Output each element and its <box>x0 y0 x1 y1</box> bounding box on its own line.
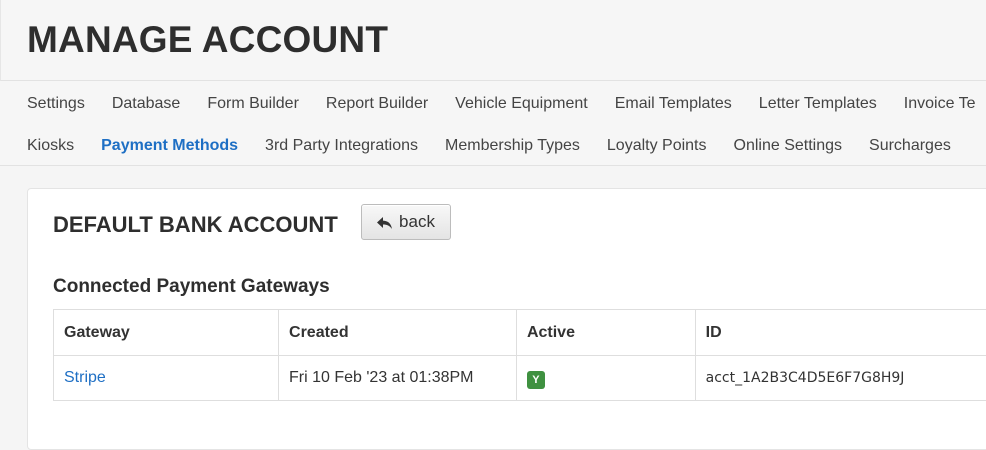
nav-item-form-builder[interactable]: Form Builder <box>207 95 299 113</box>
nav-item-letter-templates[interactable]: Letter Templates <box>759 95 877 113</box>
nav-item-database[interactable]: Database <box>112 95 181 113</box>
nav-item-vehicle-equipment[interactable]: Vehicle Equipment <box>455 95 588 113</box>
active-cell: Y <box>516 356 695 401</box>
page-header: MANAGE ACCOUNT <box>0 0 986 81</box>
gateway-link[interactable]: Stripe <box>64 369 106 386</box>
bank-account-panel: DEFAULT BANK ACCOUNT back Connected Paym… <box>27 188 986 450</box>
nav-item-kiosks[interactable]: Kiosks <box>27 137 74 155</box>
table-row: Stripe Fri 10 Feb '23 at 01:38PM Y acct_… <box>54 356 986 401</box>
settings-nav: Settings Database Form Builder Report Bu… <box>0 81 986 166</box>
panel-heading: DEFAULT BANK ACCOUNT <box>53 212 338 238</box>
nav-item-email-templates[interactable]: Email Templates <box>615 95 732 113</box>
nav-item-report-builder[interactable]: Report Builder <box>326 95 428 113</box>
nav-item-invoice-templates[interactable]: Invoice Te <box>904 95 976 113</box>
nav-item-loyalty-points[interactable]: Loyalty Points <box>607 137 707 155</box>
column-header-created: Created <box>279 310 517 356</box>
column-header-active: Active <box>516 310 695 356</box>
gateway-cell: Stripe <box>54 356 279 401</box>
column-header-gateway: Gateway <box>54 310 279 356</box>
table-header-row: Gateway Created Active ID <box>54 310 986 356</box>
column-header-id: ID <box>695 310 986 356</box>
nav-row-2: Kiosks Payment Methods 3rd Party Integra… <box>27 137 978 155</box>
nav-item-surcharges[interactable]: Surcharges <box>869 137 951 155</box>
gateways-table: Gateway Created Active ID Stripe Fri 10 … <box>53 309 986 401</box>
nav-item-membership-types[interactable]: Membership Types <box>445 137 580 155</box>
nav-item-online-settings[interactable]: Online Settings <box>734 137 843 155</box>
section-heading: Connected Payment Gateways <box>53 276 330 298</box>
created-cell: Fri 10 Feb '23 at 01:38PM <box>279 356 517 401</box>
reply-arrow-icon <box>377 215 393 229</box>
nav-item-payment-methods[interactable]: Payment Methods <box>101 137 238 155</box>
page-title: MANAGE ACCOUNT <box>27 19 388 61</box>
back-button-label: back <box>399 212 435 232</box>
active-status-badge: Y <box>527 371 545 389</box>
back-button[interactable]: back <box>361 204 451 240</box>
nav-item-3rd-party-integrations[interactable]: 3rd Party Integrations <box>265 137 418 155</box>
nav-row-1: Settings Database Form Builder Report Bu… <box>27 95 986 113</box>
nav-item-settings[interactable]: Settings <box>27 95 85 113</box>
account-id-cell: acct_1A2B3C4D5E6F7G8H9J <box>695 356 986 401</box>
